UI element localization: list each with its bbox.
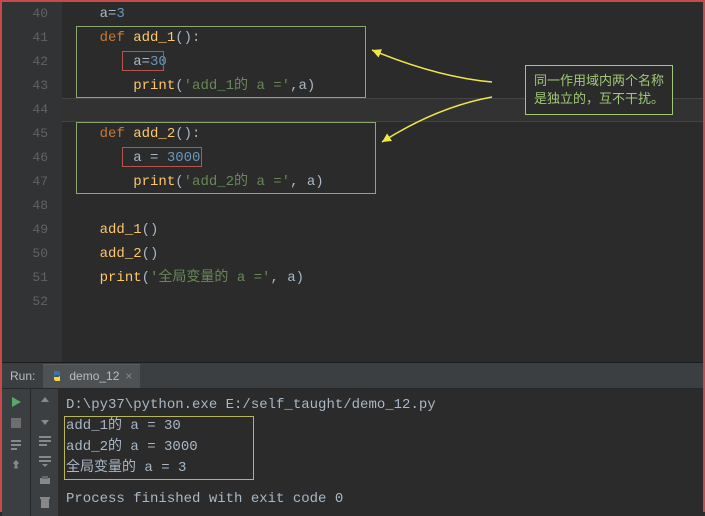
step-icon[interactable]	[9, 437, 23, 451]
line-number: 41	[2, 26, 48, 50]
stop-icon[interactable]	[10, 417, 22, 429]
line-number: 43	[2, 74, 48, 98]
annotation-line2: 是独立的，互不干扰。	[534, 90, 664, 108]
line-number: 47	[2, 170, 48, 194]
code-line[interactable]: print('add_2的 a =', a)	[66, 170, 703, 194]
code-line[interactable]	[66, 290, 703, 314]
code-line[interactable]: def add_2():	[66, 122, 703, 146]
annotation-box: 同一作用域内两个名称 是独立的，互不干扰。	[525, 65, 673, 115]
run-icon[interactable]	[9, 395, 23, 409]
trash-icon[interactable]	[39, 495, 51, 509]
soft-wrap-icon[interactable]	[38, 435, 52, 447]
line-number: 40	[2, 2, 48, 26]
console-exit: Process finished with exit code 0	[66, 489, 695, 510]
console-line: 全局变量的 a = 3	[66, 458, 695, 479]
code-line[interactable]	[66, 194, 703, 218]
scroll-to-end-icon[interactable]	[38, 455, 52, 467]
annotation-line1: 同一作用域内两个名称	[534, 72, 664, 90]
code-line[interactable]: def add_1():	[66, 26, 703, 50]
run-tab-bar: Run: demo_12 ×	[2, 363, 703, 389]
console-cmd: D:\py37\python.exe E:/self_taught/demo_1…	[66, 395, 695, 416]
code-editor[interactable]: 40414243444546474849505152 a=3 def add_1…	[2, 2, 703, 362]
code-line[interactable]: add_2()	[66, 242, 703, 266]
code-line[interactable]: add_1()	[66, 218, 703, 242]
line-number: 42	[2, 50, 48, 74]
code-line[interactable]: print('全局变量的 a =', a)	[66, 266, 703, 290]
code-line[interactable]: a=3	[66, 2, 703, 26]
console-line: add_1的 a = 30	[66, 416, 695, 437]
up-arrow-icon[interactable]	[39, 395, 51, 407]
line-number: 50	[2, 242, 48, 266]
console-output[interactable]: D:\py37\python.exe E:/self_taught/demo_1…	[58, 389, 703, 516]
run-toolbar-left	[2, 389, 30, 516]
close-icon[interactable]: ×	[125, 369, 132, 383]
line-number: 46	[2, 146, 48, 170]
line-number: 49	[2, 218, 48, 242]
line-number: 45	[2, 122, 48, 146]
code-line[interactable]: a = 3000	[66, 146, 703, 170]
line-number: 51	[2, 266, 48, 290]
line-number: 48	[2, 194, 48, 218]
run-tab-label: demo_12	[69, 369, 119, 383]
run-tab[interactable]: demo_12 ×	[43, 364, 140, 388]
run-toolbar-right	[30, 389, 58, 516]
run-label: Run:	[2, 369, 43, 383]
code-area[interactable]: a=3 def add_1(): a=30 print('add_1的 a ='…	[62, 2, 703, 362]
run-tool-window: Run: demo_12 × D:\py37\python.exe E:/sel…	[2, 362, 703, 516]
print-icon[interactable]	[38, 475, 52, 487]
python-file-icon	[51, 370, 63, 382]
down-arrow-icon[interactable]	[39, 415, 51, 427]
line-number-gutter: 40414243444546474849505152	[2, 2, 62, 362]
console-line: add_2的 a = 3000	[66, 437, 695, 458]
line-number: 44	[2, 98, 48, 122]
line-number: 52	[2, 290, 48, 314]
pin-icon[interactable]	[10, 459, 22, 473]
